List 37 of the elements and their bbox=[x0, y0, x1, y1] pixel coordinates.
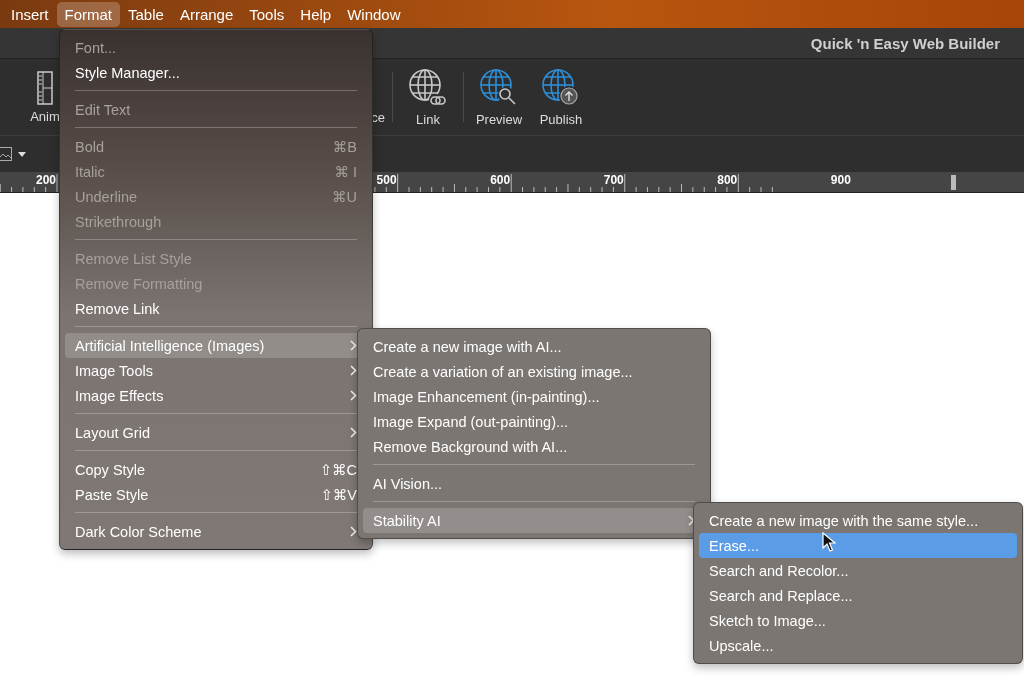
ruler-label: 600 bbox=[489, 173, 511, 187]
globe-upload-icon bbox=[541, 67, 581, 108]
menu-item[interactable]: Erase... bbox=[699, 533, 1017, 558]
menu-bar-item[interactable]: Help bbox=[292, 1, 340, 27]
ruler-label: 700 bbox=[602, 173, 624, 187]
toolbar-button[interactable]: Link bbox=[397, 67, 459, 127]
ruler-label: 800 bbox=[716, 173, 738, 187]
shortcut-label: ⌘ I bbox=[334, 163, 357, 180]
menu-bar-item[interactable]: Window bbox=[339, 1, 409, 27]
globe-link-icon bbox=[408, 67, 448, 108]
ruler-label: 200 bbox=[34, 173, 56, 187]
shortcut-label: ⌘B bbox=[332, 138, 357, 155]
shortcut-label: ⇧⌘C bbox=[319, 461, 357, 478]
menu-item[interactable]: Search and Recolor... bbox=[699, 558, 1017, 583]
caret-icon bbox=[18, 151, 26, 157]
menu-bar-item[interactable]: Insert bbox=[3, 1, 57, 27]
menu-item[interactable]: AI Vision... bbox=[363, 471, 705, 496]
window-title: Quick 'n Easy Web Builder bbox=[810, 34, 1000, 52]
shortcut-label: ⌘U bbox=[332, 188, 357, 205]
menu-bar-item[interactable]: Table bbox=[120, 1, 172, 27]
menu-item[interactable]: Remove Link bbox=[65, 296, 367, 321]
menu-item[interactable]: Search and Replace... bbox=[699, 583, 1017, 608]
shortcut-label: ⇧⌘V bbox=[320, 486, 357, 503]
ruler-marker[interactable] bbox=[951, 175, 956, 190]
image-icon bbox=[0, 147, 12, 161]
menu-item[interactable]: Upscale... bbox=[699, 633, 1017, 658]
menu-bar-item[interactable]: Arrange bbox=[171, 1, 242, 27]
menu-bar-item[interactable]: Format bbox=[56, 1, 121, 27]
menu-item[interactable]: Sketch to Image... bbox=[699, 608, 1017, 633]
film-icon bbox=[37, 70, 53, 105]
toolbar-button[interactable]: Publish bbox=[530, 67, 592, 127]
mouse-pointer-icon bbox=[822, 532, 836, 552]
image-dropdown[interactable] bbox=[0, 147, 26, 161]
toolbar-button[interactable]: Preview bbox=[468, 67, 530, 127]
ruler-label: 900 bbox=[829, 173, 851, 187]
ruler-label: 500 bbox=[375, 173, 397, 187]
menu-bar-item[interactable]: Tools bbox=[241, 1, 293, 27]
